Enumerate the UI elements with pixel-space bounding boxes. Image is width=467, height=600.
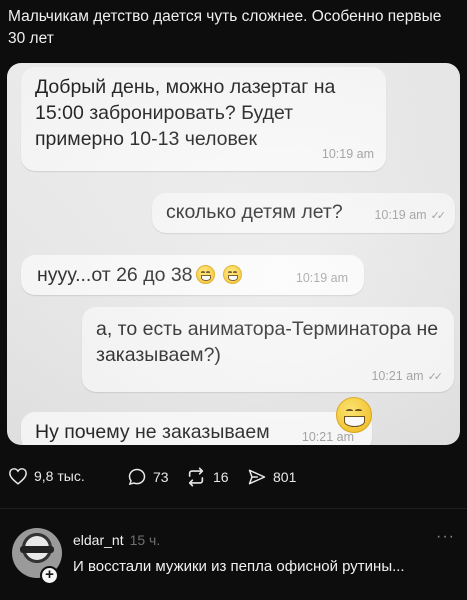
share-button[interactable]: 801 [247,467,296,487]
message-time: 10:21 am ✓✓ [371,369,444,383]
message-time: 10:19 am [321,147,374,161]
heart-icon [9,468,27,485]
send-icon [248,469,266,485]
share-count: 801 [273,469,297,485]
message-bubble-incoming: нууу...от 26 до 38 10:19 am [21,255,364,295]
message-bubble-incoming: Ну почему не заказываем 10:21 am [21,412,372,445]
message-text: Ну почему не заказываем [35,421,270,443]
grinning-emoji-icon [336,397,372,433]
divider [0,508,467,509]
comment-text: И восстали мужики из пепла офисной рутин… [73,558,405,575]
message-text: сколько детям лет? [166,201,343,223]
chat-screenshot-image[interactable]: Добрый день, можно лазертаг на 15:00 заб… [7,63,460,445]
repost-icon [188,467,204,487]
like-button[interactable]: 9,8 тыс. [8,467,85,485]
message-bubble-outgoing: а, то есть аниматора-Терминатора не зака… [82,307,454,392]
like-count: 9,8 тыс. [34,468,85,484]
comment-count: 73 [153,469,169,485]
read-checks-icon: ✓✓ [427,371,444,383]
message-time: 10:19 am ✓✓ [374,208,447,222]
more-options-icon[interactable]: ··· [436,528,455,546]
message-text: а, то есть аниматора-Терминатора не зака… [96,318,439,366]
laughing-emoji-icon [195,265,215,284]
repost-count: 16 [213,469,229,485]
comment-time: 15 ч. [129,532,161,548]
laughing-emoji-icon [222,265,242,284]
read-checks-icon: ✓✓ [430,210,447,222]
post-caption: Мальчикам детство дается чуть сложнее. О… [8,8,442,47]
comment-button[interactable]: 73 [127,467,169,487]
post-actions-bar: 9,8 тыс. 73 16 801 [0,467,467,493]
message-bubble-outgoing: сколько детям лет? 10:19 am ✓✓ [152,193,455,233]
message-time: 10:19 am [295,271,348,285]
comment-username[interactable]: eldar_nt [73,532,124,548]
follow-plus-icon[interactable]: + [40,566,59,585]
message-text: Добрый день, можно лазертаг на 15:00 заб… [35,76,336,150]
message-time: 10:21 am [301,430,354,444]
comment-meta: eldar_nt 15 ч. [73,532,160,548]
message-bubble-incoming: Добрый день, можно лазертаг на 15:00 заб… [21,67,386,171]
repost-button[interactable]: 16 [185,467,229,487]
top-comment[interactable]: + eldar_nt 15 ч. И восстали мужики из пеп… [0,518,467,600]
message-text: нууу...от 26 до 38 [37,262,242,288]
comment-bubble-icon [128,468,146,486]
